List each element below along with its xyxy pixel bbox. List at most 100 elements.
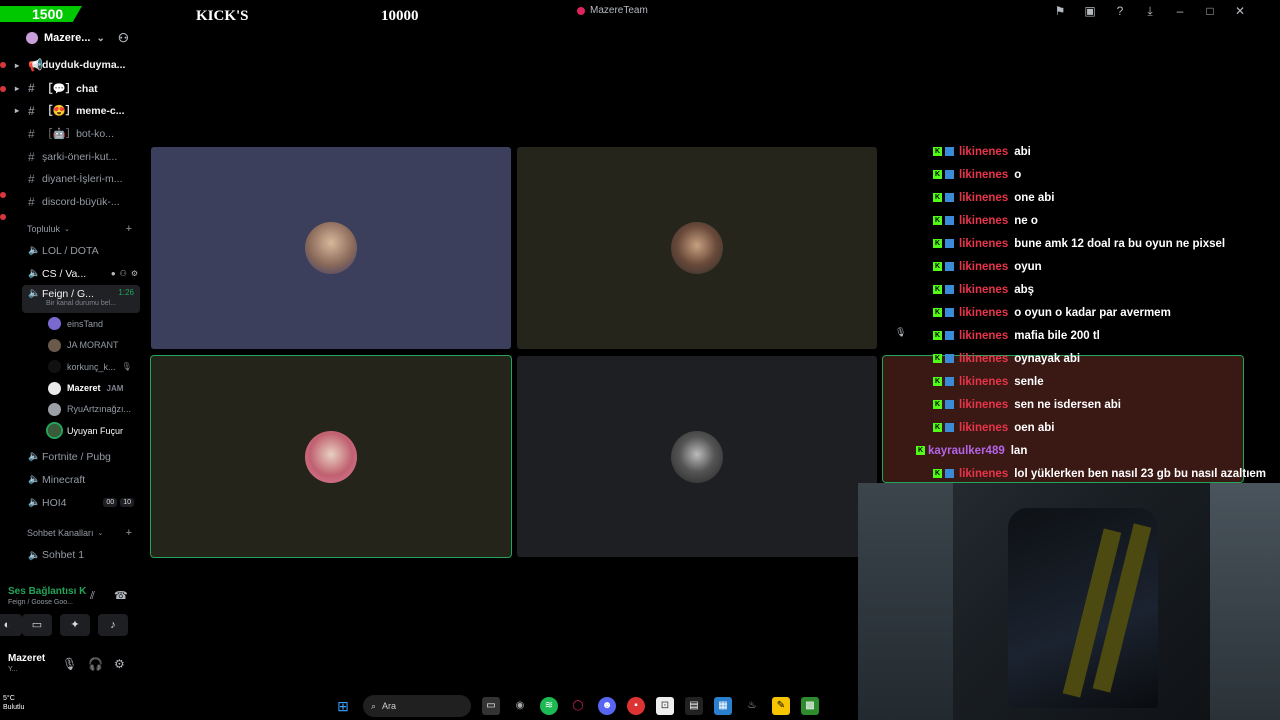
inbox-icon[interactable]: ▣: [1082, 3, 1098, 19]
channel-item[interactable]: # discord-büyük-...: [8, 191, 144, 214]
capture-icon[interactable]: ▤: [685, 697, 703, 715]
title-bar-icons: ⚑ ▣ ? ⤓ – □ ✕: [1052, 3, 1248, 19]
subscriber-badge-icon: [945, 193, 954, 202]
member-extra: JAM: [106, 383, 124, 393]
chat-username: likinenes: [959, 283, 1009, 296]
voice-member[interactable]: Uyuyan Fuçur: [8, 420, 144, 441]
soundboard-button[interactable]: ♪: [98, 614, 128, 636]
add-channel-icon[interactable]: +: [126, 527, 132, 539]
voice-member[interactable]: korkunç_k... 🎙: [8, 356, 144, 377]
minimize-icon[interactable]: –: [1172, 3, 1188, 19]
chat-username: likinenes: [959, 168, 1009, 181]
voice-channel-active[interactable]: 🔈 Feign / G... 1:26 Bir kanal durumu bel…: [22, 285, 140, 314]
disconnect-icon[interactable]: ☎: [114, 589, 128, 602]
channel-name: duyduk-duyma...: [42, 59, 126, 72]
chat-username: likinenes: [959, 191, 1009, 204]
avatar: [671, 222, 723, 274]
add-channel-icon[interactable]: +: [126, 223, 132, 235]
add-member-icon[interactable]: ⚇: [118, 31, 129, 45]
video-tile[interactable]: [517, 356, 877, 557]
gear-icon[interactable]: ⚙: [114, 657, 125, 671]
voice-channel[interactable]: 🔈 CS / Va... ● ⚇ ⚙: [8, 262, 144, 285]
notification-dot: [0, 62, 6, 68]
noise-suppression-icon[interactable]: ⫽: [90, 590, 95, 603]
voice-channel[interactable]: 🔈 LOL / DOTA: [8, 240, 144, 263]
chat-message: Klikinenes bune amk 12 doal ra bu oyun ne…: [884, 232, 1280, 255]
store-icon[interactable]: ⊡: [656, 697, 674, 715]
help-icon[interactable]: ?: [1112, 3, 1128, 19]
chat-message: Klikinenes o: [884, 163, 1280, 186]
channel-item[interactable]: ▸ # ［💬］chat: [8, 77, 144, 100]
user-status: Y...: [8, 666, 18, 673]
activities-button[interactable]: ✦: [60, 614, 90, 636]
task-view-icon[interactable]: ▭: [482, 697, 500, 715]
close-icon[interactable]: ✕: [1232, 3, 1248, 19]
minecraft-icon[interactable]: ▩: [801, 697, 819, 715]
voice-channel[interactable]: 🔈 Sohbet 1: [8, 544, 144, 567]
steam-icon[interactable]: ♨: [743, 697, 761, 715]
voice-channel[interactable]: 🔈 HOI4 00 10: [8, 491, 144, 514]
kick-badge-icon: K: [933, 308, 942, 317]
app-icon-red[interactable]: ▪: [627, 697, 645, 715]
server-name: Mazere...: [44, 32, 91, 44]
spotify-icon[interactable]: ≋: [540, 697, 558, 715]
camera-button[interactable]: ◐: [0, 614, 22, 636]
screen-share-button[interactable]: ▭: [22, 614, 52, 636]
voice-member[interactable]: JA MORANT: [8, 335, 144, 356]
channel-item[interactable]: ▸ 📢 duyduk-duyma...: [8, 54, 144, 77]
video-tile-speaking[interactable]: [150, 355, 512, 558]
channel-item[interactable]: ▸ # ［😍］meme-c...: [8, 100, 144, 123]
flag-icon[interactable]: ⚑: [1052, 3, 1068, 19]
voice-channel-label[interactable]: Feign / Goose Goo...: [8, 599, 73, 606]
channel-item[interactable]: # şarki-öneri-kut...: [8, 145, 144, 168]
chat-text: abi: [1014, 145, 1031, 158]
category-header[interactable]: Sohbet Kanalları ⌄ +: [8, 522, 144, 544]
voice-member[interactable]: RyuArtzınağzı...: [8, 399, 144, 420]
chat-bubble-icon[interactable]: ●: [111, 269, 116, 278]
github-icon[interactable]: ◉: [511, 697, 529, 715]
speaker-icon: 🔈: [28, 268, 41, 280]
windows-start-icon[interactable]: ⊞: [334, 697, 352, 715]
member-name: Uyuyan Fuçur: [67, 425, 124, 436]
taskbar-apps: ⊞ ⌕ Ara ▭ ◉ ≋ ◯ ☻ ▪ ⊡ ▤ ▦ ♨ ✎ ▩: [334, 695, 819, 717]
video-tile[interactable]: [151, 147, 511, 349]
channel-item[interactable]: # ［🤖］bot-ko...: [8, 122, 144, 145]
subscriber-badge-icon: [945, 400, 954, 409]
gear-icon[interactable]: ⚙: [131, 269, 138, 278]
server-header[interactable]: Mazere... ⌄ ⚇: [8, 22, 144, 54]
weather-widget[interactable]: 5°C Bulutlu: [3, 694, 24, 712]
voice-channel[interactable]: 🔈 Minecraft: [8, 468, 144, 491]
channel-status: Bir kanal durumu bel...: [46, 300, 117, 308]
search-icon: ⌕: [371, 700, 377, 711]
video-tile[interactable]: [517, 147, 877, 349]
voice-channel[interactable]: 🔈 Fortnite / Pubg: [8, 446, 144, 469]
username[interactable]: Mazeret: [8, 653, 45, 664]
caret-icon: ▸: [15, 106, 20, 116]
discord-icon[interactable]: ☻: [598, 697, 616, 715]
kick-badge-icon: K: [933, 377, 942, 386]
channel-item[interactable]: # diyanet-İşleri-m...: [8, 168, 144, 191]
chat-username: likinenes: [959, 398, 1009, 411]
voice-channel-name: HOI4: [42, 496, 67, 509]
speaker-icon: 🔈: [28, 497, 41, 508]
avatar: [48, 317, 61, 331]
microphone-icon[interactable]: 🎙: [62, 657, 77, 671]
maximize-icon[interactable]: □: [1202, 3, 1218, 19]
channel-name: şarki-öneri-kut...: [42, 150, 118, 163]
avatar: [48, 402, 61, 416]
channel-name: diyanet-İşleri-m...: [42, 173, 123, 186]
subscriber-badge-icon: [945, 147, 954, 156]
category-header[interactable]: Topluluk ⌄ +: [8, 218, 144, 240]
subscriber-badge-icon: [945, 170, 954, 179]
megaphone-icon: 📢: [28, 58, 43, 73]
voice-member[interactable]: Mazeret JAM: [8, 377, 144, 398]
invite-icon[interactable]: ⚇: [120, 269, 127, 278]
download-icon[interactable]: ⤓: [1142, 3, 1158, 19]
chat-message: Klikinenes senle: [884, 370, 1280, 393]
opera-icon[interactable]: ◯: [569, 697, 587, 715]
editor-icon[interactable]: ✎: [772, 697, 790, 715]
search-box[interactable]: ⌕ Ara: [363, 695, 471, 717]
voice-member[interactable]: einsTand: [8, 313, 144, 334]
headphones-icon[interactable]: 🎧: [88, 657, 103, 671]
photos-icon[interactable]: ▦: [714, 697, 732, 715]
